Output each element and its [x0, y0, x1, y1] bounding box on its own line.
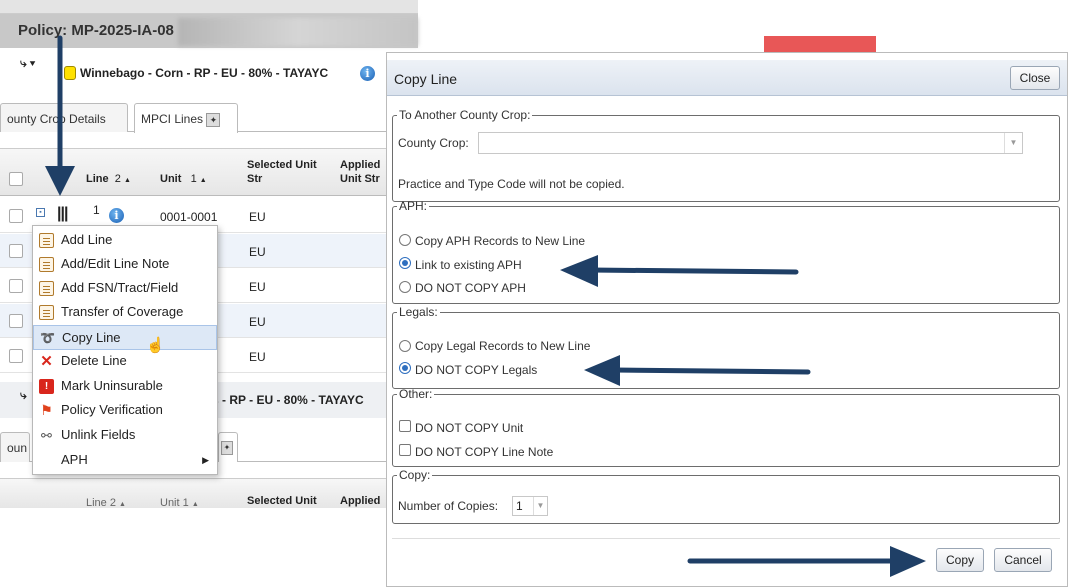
arrow-to-copy-button	[687, 546, 926, 577]
arrow-to-no-copy-legals	[584, 355, 811, 386]
arrow-to-link-aph	[560, 255, 799, 287]
annotation-arrows	[45, 35, 926, 577]
arrow-down-to-menu	[45, 35, 75, 196]
